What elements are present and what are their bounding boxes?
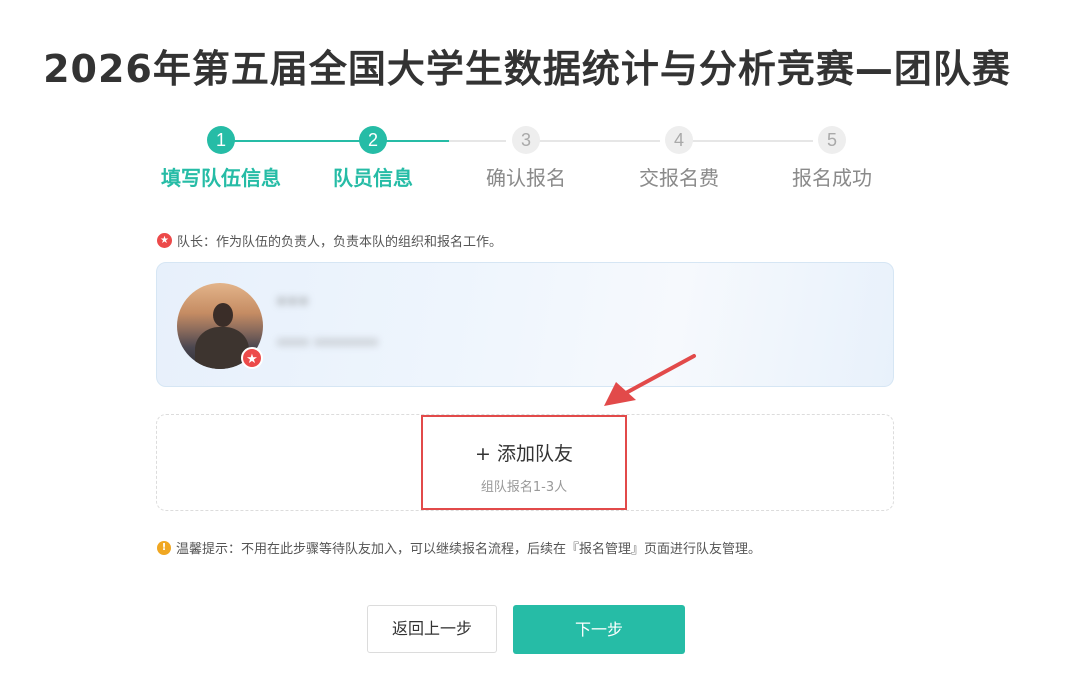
page-title: 2026年第五届全国大学生数据统计与分析竞赛—团队赛 [43, 47, 1011, 91]
step-fill-team-info: 1 填写队伍信息 [141, 126, 301, 191]
step-label: 队员信息 [333, 166, 413, 190]
step-number: 3 [512, 126, 540, 154]
progress-steps: 1 填写队伍信息 2 队员信息 3 确认报名 4 交报名费 5 报名成功 [0, 126, 1080, 196]
step-label: 交报名费 [639, 166, 719, 190]
captain-note: ★ 队长：作为队伍的负责人，负责本队的组织和报名工作。 [157, 231, 502, 250]
add-teammate-hint: 组队报名1-3人 [480, 480, 568, 495]
step-label: 填写队伍信息 [161, 166, 281, 190]
step-number: 2 [359, 126, 387, 154]
step-number: 4 [665, 126, 693, 154]
step-success: 5 报名成功 [752, 126, 912, 191]
step-label: 报名成功 [792, 166, 872, 190]
captain-note-text: 队长：作为队伍的负责人，负责本队的组织和报名工作。 [177, 235, 503, 250]
tip-text: 温馨提示：不用在此步骤等待队友加入，可以继续报名流程，后续在『报名管理』页面进行… [176, 542, 762, 557]
captain-contact: **** ******** [277, 335, 379, 354]
step-member-info: 2 队员信息 [293, 126, 453, 191]
step-number: 5 [818, 126, 846, 154]
exclamation-icon: ! [157, 540, 171, 555]
step-number: 1 [207, 126, 235, 154]
add-teammate-button[interactable]: + 添加队友 组队报名1-3人 [421, 415, 627, 510]
step-label: 确认报名 [486, 166, 566, 190]
step-confirm: 3 确认报名 [446, 126, 606, 191]
red-arrow-icon [604, 354, 696, 406]
star-icon: ★ [157, 233, 172, 248]
avatar-head [213, 303, 233, 327]
captain-star-icon: ★ [241, 347, 263, 369]
add-teammate-label: + 添加队友 [475, 443, 573, 465]
next-button[interactable]: 下一步 [513, 605, 685, 654]
tip: ! 温馨提示：不用在此步骤等待队友加入，可以继续报名流程，后续在『报名管理』页面… [157, 538, 761, 557]
back-button[interactable]: 返回上一步 [367, 605, 497, 653]
step-pay-fee: 4 交报名费 [599, 126, 759, 191]
captain-name: *** [277, 294, 310, 315]
captain-card: ★ *** **** ******** [156, 262, 894, 387]
avatar-body [195, 327, 249, 369]
